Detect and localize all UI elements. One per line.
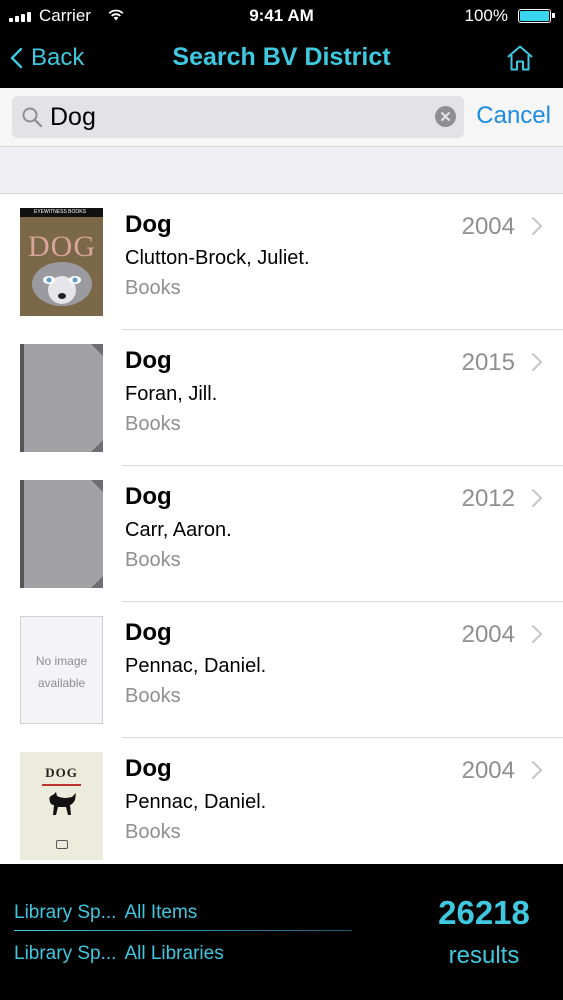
result-row[interactable]: DOG Dog Pennac, Daniel. Books 2004 xyxy=(0,738,563,864)
result-title: Dog xyxy=(125,211,172,238)
status-bar: Carrier 9:41 AM 100% xyxy=(0,0,563,32)
navigation-bar: Back Search BV District xyxy=(0,32,563,88)
book-cover-image: EYEWITNESS BOOKS DOG xyxy=(20,208,103,316)
result-type: Books xyxy=(125,413,181,435)
chevron-right-icon xyxy=(531,352,543,372)
result-year: 2004 xyxy=(461,621,515,648)
result-type: Books xyxy=(125,685,181,707)
result-year: 2004 xyxy=(461,757,515,784)
chevron-right-icon xyxy=(531,624,543,644)
filter-value: All Libraries xyxy=(124,943,224,964)
result-title: Dog xyxy=(125,755,172,782)
filter-key: Library Sp... xyxy=(14,902,117,923)
no-image-placeholder: No image available xyxy=(20,616,103,724)
result-year: 2015 xyxy=(461,349,515,376)
battery-percent: 100% xyxy=(464,6,508,25)
result-row[interactable]: Dog Foran, Jill. Books 2015 xyxy=(0,330,563,466)
result-author: Pennac, Daniel. xyxy=(125,655,267,677)
results-footer: Library Sp... All Items Library Sp... All … xyxy=(0,864,563,1000)
book-cover-placeholder xyxy=(20,480,103,588)
result-type: Books xyxy=(125,549,181,571)
book-cover-placeholder xyxy=(20,344,103,452)
result-row[interactable]: EYEWITNESS BOOKS DOG Dog Clutton-Brock, … xyxy=(0,194,563,330)
search-bar: Cancel xyxy=(0,88,563,146)
book-cover-image: DOG xyxy=(20,752,103,860)
result-row[interactable]: Dog Carr, Aaron. Books 2012 xyxy=(0,466,563,602)
chevron-right-icon xyxy=(531,488,543,508)
results-label: results xyxy=(448,942,520,969)
search-icon xyxy=(22,107,43,128)
filter-value: All Items xyxy=(124,902,198,923)
results-list: EYEWITNESS BOOKS DOG Dog Clutton-Brock, … xyxy=(0,194,563,864)
results-count: 26218 xyxy=(438,894,530,931)
result-year: 2004 xyxy=(461,213,515,240)
chevron-right-icon xyxy=(531,216,543,236)
result-title: Dog xyxy=(125,483,172,510)
result-author: Clutton-Brock, Juliet. xyxy=(125,247,310,269)
result-type: Books xyxy=(125,821,181,843)
result-author: Foran, Jill. xyxy=(125,383,218,405)
result-type: Books xyxy=(125,277,181,299)
search-input[interactable] xyxy=(50,101,420,133)
result-row[interactable]: No image available Dog Pennac, Daniel. B… xyxy=(0,602,563,738)
home-icon[interactable] xyxy=(505,44,535,72)
chevron-right-icon xyxy=(531,760,543,780)
filter-key: Library Sp... xyxy=(14,943,117,964)
result-year: 2012 xyxy=(461,485,515,512)
clear-icon[interactable] xyxy=(435,106,456,127)
cancel-button[interactable]: Cancel xyxy=(476,102,551,130)
dog-silhouette-icon xyxy=(49,792,76,815)
filter-item-type[interactable]: Library Sp... All Items xyxy=(14,902,197,924)
divider xyxy=(14,930,352,931)
page-title: Search BV District xyxy=(172,43,391,71)
result-title: Dog xyxy=(125,347,172,374)
result-title: Dog xyxy=(125,619,172,646)
battery-icon xyxy=(518,9,555,23)
filter-library[interactable]: Library Sp... All Libraries xyxy=(14,943,224,965)
section-divider xyxy=(0,146,563,194)
result-author: Carr, Aaron. xyxy=(125,519,232,541)
search-field[interactable] xyxy=(12,96,464,138)
result-author: Pennac, Daniel. xyxy=(125,791,267,813)
